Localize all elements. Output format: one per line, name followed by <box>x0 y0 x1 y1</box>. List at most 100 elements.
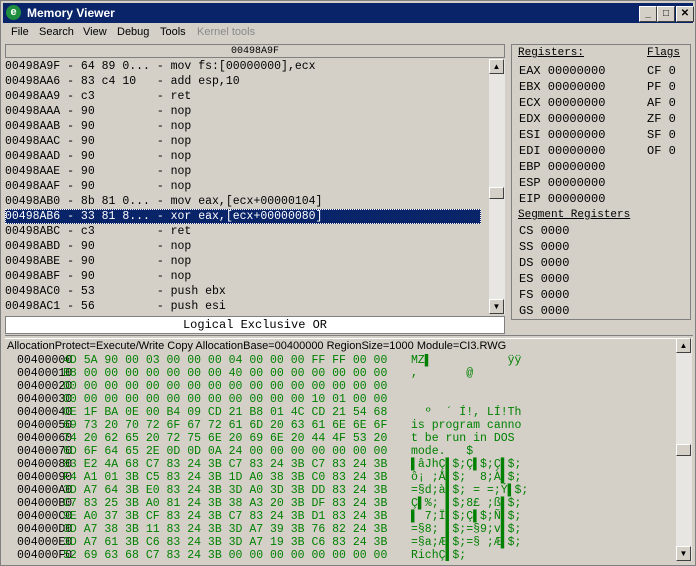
hex-row[interactable]: 00400090 F4 A1 01 3B C5 83 24 3B 1D A0 38… <box>5 471 673 484</box>
disassembler-row[interactable]: 00498ABF - 90 - nop <box>5 269 481 284</box>
hex-bytes: 9E A0 37 3B CF 83 24 3B C7 83 24 3B D1 8… <box>63 510 388 523</box>
register-value[interactable]: EBP 00000000 <box>519 159 605 175</box>
disassembler-list[interactable]: 00498A9F - 64 89 0... - mov fs:[00000000… <box>5 59 489 314</box>
hex-row[interactable]: 00400040 0E 1F BA 0E 00 B4 09 CD 21 B8 01… <box>5 406 673 419</box>
hex-row[interactable]: 004000D0 3D A7 38 3B 11 83 24 3B 3D A7 39… <box>5 523 673 536</box>
hex-row[interactable]: 00400060 74 20 62 65 20 72 75 6E 20 69 6E… <box>5 432 673 445</box>
hex-scroll-thumb[interactable] <box>676 444 691 456</box>
segment-register-value[interactable]: DS 0000 <box>519 255 569 271</box>
disassembler-row[interactable]: 00498AAE - 90 - nop <box>5 164 481 179</box>
registers-label: Registers: <box>518 47 585 59</box>
scroll-up-button[interactable]: ▲ <box>489 59 504 74</box>
hex-ascii: mode. $ <box>411 445 474 458</box>
hex-row[interactable]: 00400030 00 00 00 00 00 00 00 00 00 00 00… <box>5 393 673 406</box>
ce-logo-icon: e <box>6 5 21 20</box>
hex-row[interactable]: 004000E0 3D A7 61 3B C6 83 24 3B 3D A7 19… <box>5 536 673 549</box>
register-value[interactable]: EAX 00000000 <box>519 63 605 79</box>
hex-scroll-down-button[interactable]: ▼ <box>676 546 691 561</box>
disassembler-row[interactable]: 00498AB0 - 8b 81 0... - mov eax,[ecx+000… <box>5 194 481 209</box>
hex-row[interactable]: 00400080 83 E2 4A 68 C7 83 24 3B C7 83 24… <box>5 458 673 471</box>
disassembler-row[interactable]: 00498ABD - 90 - nop <box>5 239 481 254</box>
scroll-down-button[interactable]: ▼ <box>489 299 504 314</box>
hex-bytes: 69 73 20 70 72 6F 67 72 61 6D 20 63 61 6… <box>63 419 388 432</box>
hex-ascii: , @ <box>411 367 474 380</box>
hex-row[interactable]: 004000C0 9E A0 37 3B CF 83 24 3B C7 83 24… <box>5 510 673 523</box>
disassembler-row[interactable]: 00498AAC - 90 - nop <box>5 134 481 149</box>
hex-ascii: =§d;à▌$; = =;Ý▌$; <box>411 484 529 497</box>
segment-register-value[interactable]: GS 0000 <box>519 303 569 319</box>
scroll-thumb[interactable] <box>489 187 504 199</box>
register-value[interactable]: EDX 00000000 <box>519 111 605 127</box>
hex-ascii: RichÇ▌$; <box>411 549 467 561</box>
menu-tools[interactable]: Tools <box>160 26 186 38</box>
menu-kernel-tools[interactable]: Kernel tools <box>197 26 255 38</box>
register-value[interactable]: ECX 00000000 <box>519 95 605 111</box>
register-value[interactable]: ESI 00000000 <box>519 127 605 143</box>
hex-bytes: 00 00 00 00 00 00 00 00 00 00 00 00 10 0… <box>63 393 388 406</box>
flag-value[interactable]: ZF 0 <box>647 111 676 127</box>
disassembler-row[interactable]: 00498AA9 - c3 - ret <box>5 89 481 104</box>
panel-splitter[interactable] <box>5 335 693 339</box>
flag-value[interactable]: CF 0 <box>647 63 676 79</box>
registers-panel: Registers: Flags EAX 00000000 EBX 0000000… <box>511 44 691 320</box>
segment-register-value[interactable]: ES 0000 <box>519 271 569 287</box>
hex-row[interactable]: 00400010 B8 00 00 00 00 00 00 00 40 00 00… <box>5 367 673 380</box>
segment-register-value[interactable]: CS 0000 <box>519 223 569 239</box>
disassembler-panel: 00498A9F 00498A9F - 64 89 0... - mov fs:… <box>5 44 505 334</box>
hex-bytes: 00 00 00 00 00 00 00 00 00 00 00 00 00 0… <box>63 380 388 393</box>
register-value[interactable]: EBX 00000000 <box>519 79 605 95</box>
hex-row[interactable]: 00400020 00 00 00 00 00 00 00 00 00 00 00… <box>5 380 673 393</box>
menu-search[interactable]: Search <box>39 26 74 38</box>
maximize-button[interactable]: □ <box>657 6 675 22</box>
hex-ascii: º ´ Í!, LÍ!Th <box>411 406 522 419</box>
disassembler-row[interactable]: 00498AC0 - 53 - push ebx <box>5 284 481 299</box>
hex-ascii: is program canno <box>411 419 522 432</box>
memory-region-info: AllocationProtect=Execute/Write Copy All… <box>7 340 507 352</box>
title-bar[interactable]: e Memory Viewer _ □ ✕ <box>3 3 694 23</box>
close-button[interactable]: ✕ <box>676 6 694 22</box>
hex-ascii: ▌ 7;Ï▌$;Ç▌$;Ñ▌$; <box>411 510 522 523</box>
hex-bytes: 74 20 62 65 20 72 75 6E 20 69 6E 20 44 4… <box>63 432 388 445</box>
flag-value[interactable]: AF 0 <box>647 95 676 111</box>
disassembler-row[interactable]: 00498A9F - 64 89 0... - mov fs:[00000000… <box>5 59 481 74</box>
disassembler-row[interactable]: 00498AAA - 90 - nop <box>5 104 481 119</box>
disassembler-row[interactable]: 00498AA6 - 83 c4 10 - add esp,10 <box>5 74 481 89</box>
hex-bytes: C7 83 25 3B A0 81 24 3B 38 A3 20 3B DF 8… <box>63 497 388 510</box>
hex-row[interactable]: 00400000 4D 5A 90 00 03 00 00 00 04 00 00… <box>5 354 673 367</box>
flags-label: Flags <box>647 47 681 59</box>
hex-bytes: 83 E2 4A 68 C7 83 24 3B C7 83 24 3B C7 8… <box>63 458 388 471</box>
disassembler-row[interactable]: 00498AB6 - 33 81 8... - xor eax,[ecx+000… <box>5 209 481 224</box>
register-value[interactable]: EDI 00000000 <box>519 143 605 159</box>
segment-register-value[interactable]: SS 0000 <box>519 239 569 255</box>
menu-debug[interactable]: Debug <box>117 26 149 38</box>
menu-view[interactable]: View <box>83 26 107 38</box>
hex-row[interactable]: 004000F0 52 69 63 68 C7 83 24 3B 00 00 00… <box>5 549 673 561</box>
hex-row[interactable]: 00400070 6D 6F 64 65 2E 0D 0D 0A 24 00 00… <box>5 445 673 458</box>
hex-scroll-up-button[interactable]: ▲ <box>676 338 691 353</box>
disassembler-address-header[interactable]: 00498A9F <box>5 44 505 58</box>
hex-bytes: 3D A7 38 3B 11 83 24 3B 3D A7 39 3B 76 8… <box>63 523 388 536</box>
hex-row[interactable]: 00400050 69 73 20 70 72 6F 67 72 61 6D 20… <box>5 419 673 432</box>
disassembler-row[interactable]: 00498AAF - 90 - nop <box>5 179 481 194</box>
disassembler-row[interactable]: 00498AC1 - 56 - push esi <box>5 299 481 314</box>
hex-ascii: =§a;Æ▌$;=§ ;Æ▌$; <box>411 536 522 549</box>
disassembler-row[interactable]: 00498ABE - 90 - nop <box>5 254 481 269</box>
flag-value[interactable]: PF 0 <box>647 79 676 95</box>
segment-register-value[interactable]: FS 0000 <box>519 287 569 303</box>
disassembler-scrollbar[interactable]: ▲ ▼ <box>489 59 505 314</box>
hex-row[interactable]: 004000A0 3D A7 64 3B E0 83 24 3B 3D A0 3D… <box>5 484 673 497</box>
flag-value[interactable]: SF 0 <box>647 127 676 143</box>
flag-value[interactable]: OF 0 <box>647 143 676 159</box>
register-value[interactable]: ESP 00000000 <box>519 175 605 191</box>
window-title: Memory Viewer <box>27 6 115 20</box>
hex-bytes: 3D A7 61 3B C6 83 24 3B 3D A7 19 3B C6 8… <box>63 536 388 549</box>
disassembler-row[interactable]: 00498ABC - c3 - ret <box>5 224 481 239</box>
hex-row[interactable]: 004000B0 C7 83 25 3B A0 81 24 3B 38 A3 20… <box>5 497 673 510</box>
hex-scrollbar[interactable]: ▲ ▼ <box>676 338 692 561</box>
disassembler-row[interactable]: 00498AAD - 90 - nop <box>5 149 481 164</box>
menu-file[interactable]: File <box>11 26 29 38</box>
register-value[interactable]: EIP 00000000 <box>519 191 605 207</box>
hex-view[interactable]: 00400000 4D 5A 90 00 03 00 00 00 04 00 00… <box>5 354 673 561</box>
minimize-button[interactable]: _ <box>639 6 657 22</box>
disassembler-row[interactable]: 00498AAB - 90 - nop <box>5 119 481 134</box>
